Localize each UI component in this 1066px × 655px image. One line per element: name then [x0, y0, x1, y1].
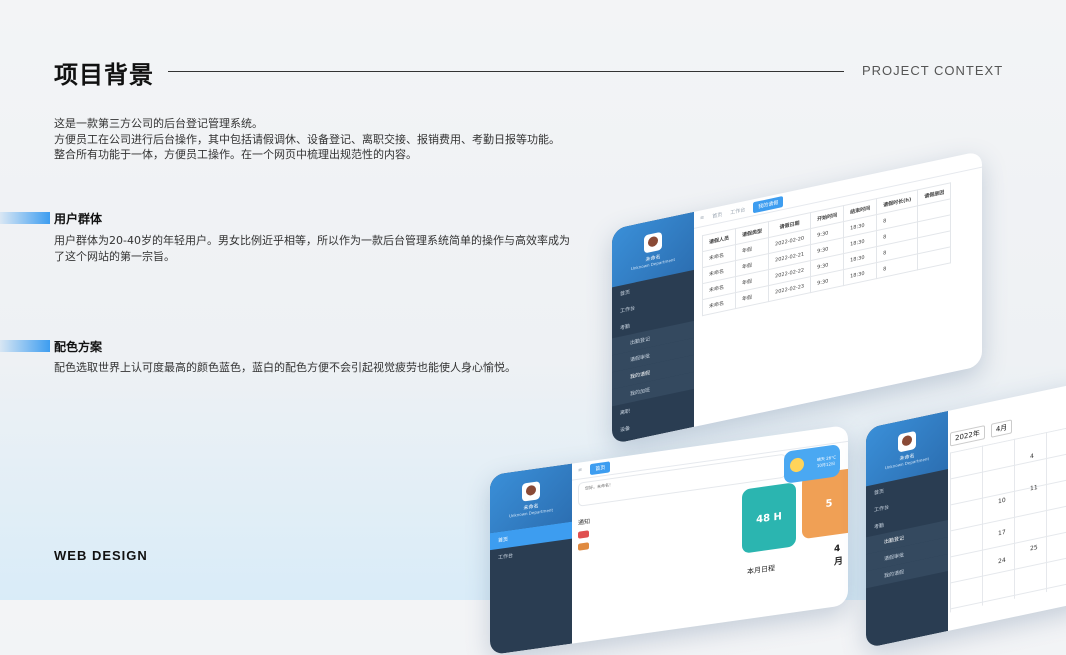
- tab-my-leave[interactable]: 我的请假: [753, 195, 784, 213]
- weather-text: 晴天 26°C 10月12日: [817, 455, 836, 470]
- page-title-en: PROJECT CONTEXT: [862, 63, 1004, 78]
- mockup-dashboard: 未命名 Unknown Department 首页 工作台 ≡ 首页 您好，未命…: [490, 424, 848, 655]
- section-body-colors: 配色选取世界上认可度最高的颜色蓝色，蓝白的配色方便不会引起视觉疲劳也能使人身心愉…: [54, 361, 516, 374]
- mockup-calendar: 未命名 Unknown Department 首页 工作台 考勤 出勤登记 请假…: [866, 381, 1066, 649]
- tab-workbench[interactable]: 工作台: [730, 206, 745, 216]
- sidebar: 未命名 Unknown Department 首页 工作台: [490, 463, 572, 655]
- year-select[interactable]: 2022年: [950, 425, 985, 447]
- section-title-users: 用户群体: [54, 212, 103, 226]
- title-divider: [168, 71, 844, 72]
- count-value: 5: [825, 497, 833, 510]
- notice-panel: 通知: [578, 497, 728, 551]
- avatar: [644, 231, 662, 254]
- calendar-day[interactable]: 4: [1030, 453, 1034, 461]
- footer-label: WEB DESIGN: [54, 548, 148, 563]
- weather-date: 10月12日: [816, 460, 836, 469]
- section-title-colors: 配色方案: [54, 340, 103, 354]
- main-content: ≡ 首页 工作台 我的请假 请假人员 请假类型 请假日期 开始时间 结束时间 请…: [694, 150, 982, 427]
- month-label: 4月: [834, 543, 844, 568]
- section-accent-bar: [0, 340, 50, 352]
- page-title: 项目背景: [54, 61, 154, 89]
- calendar-grid: [950, 424, 1066, 613]
- mockup-leave-table: 未命名 Unknown Department 首页 工作台 考勤 出勤登记 请假…: [612, 150, 982, 445]
- tab-home[interactable]: 首页: [712, 210, 722, 219]
- sidebar: 未命名 Unknown Department 首页 工作台 考勤 出勤登记 请假…: [866, 410, 948, 649]
- avatar: [522, 480, 540, 502]
- menu-icon[interactable]: ≡: [700, 215, 704, 222]
- notice-tag: [578, 530, 590, 539]
- intro-text: 这是一款第三方公司的后台登记管理系统。 方便员工在公司进行后台操作，其中包括请假…: [54, 116, 560, 163]
- month-select[interactable]: 4月: [990, 419, 1013, 438]
- intro-line: 整合所有功能于一体，方便员工操作。在一个网页中梳理出规范性的内容。: [54, 148, 417, 161]
- hours-card[interactable]: 48 H: [742, 482, 796, 554]
- hours-value: 48 H: [756, 510, 782, 526]
- sun-icon: [790, 457, 804, 473]
- notice-tag: [578, 542, 590, 551]
- sidebar: 未命名 Unknown Department 首页 工作台 考勤 出勤登记 请假…: [612, 211, 694, 445]
- tab-home[interactable]: 首页: [590, 460, 611, 475]
- section-accent-bar: [0, 212, 50, 224]
- schedule-title: 本月日程: [747, 564, 775, 577]
- intro-line: 方便员工在公司进行后台操作，其中包括请假调休、设备登记、离职交接、报销费用、考勤…: [54, 132, 560, 146]
- intro-line: 这是一款第三方公司的后台登记管理系统。: [54, 117, 263, 130]
- section-body-users: 用户群体为20-40岁的年轻用户。男女比例近乎相等，所以作为一款后台管理系统简单…: [54, 234, 570, 263]
- avatar: [898, 430, 916, 453]
- menu-icon[interactable]: ≡: [578, 467, 582, 474]
- main-content: ≡ 首页 您好，未命名！ 通知 48 H 5 晴天 26°C 10月12日 本月…: [572, 424, 848, 644]
